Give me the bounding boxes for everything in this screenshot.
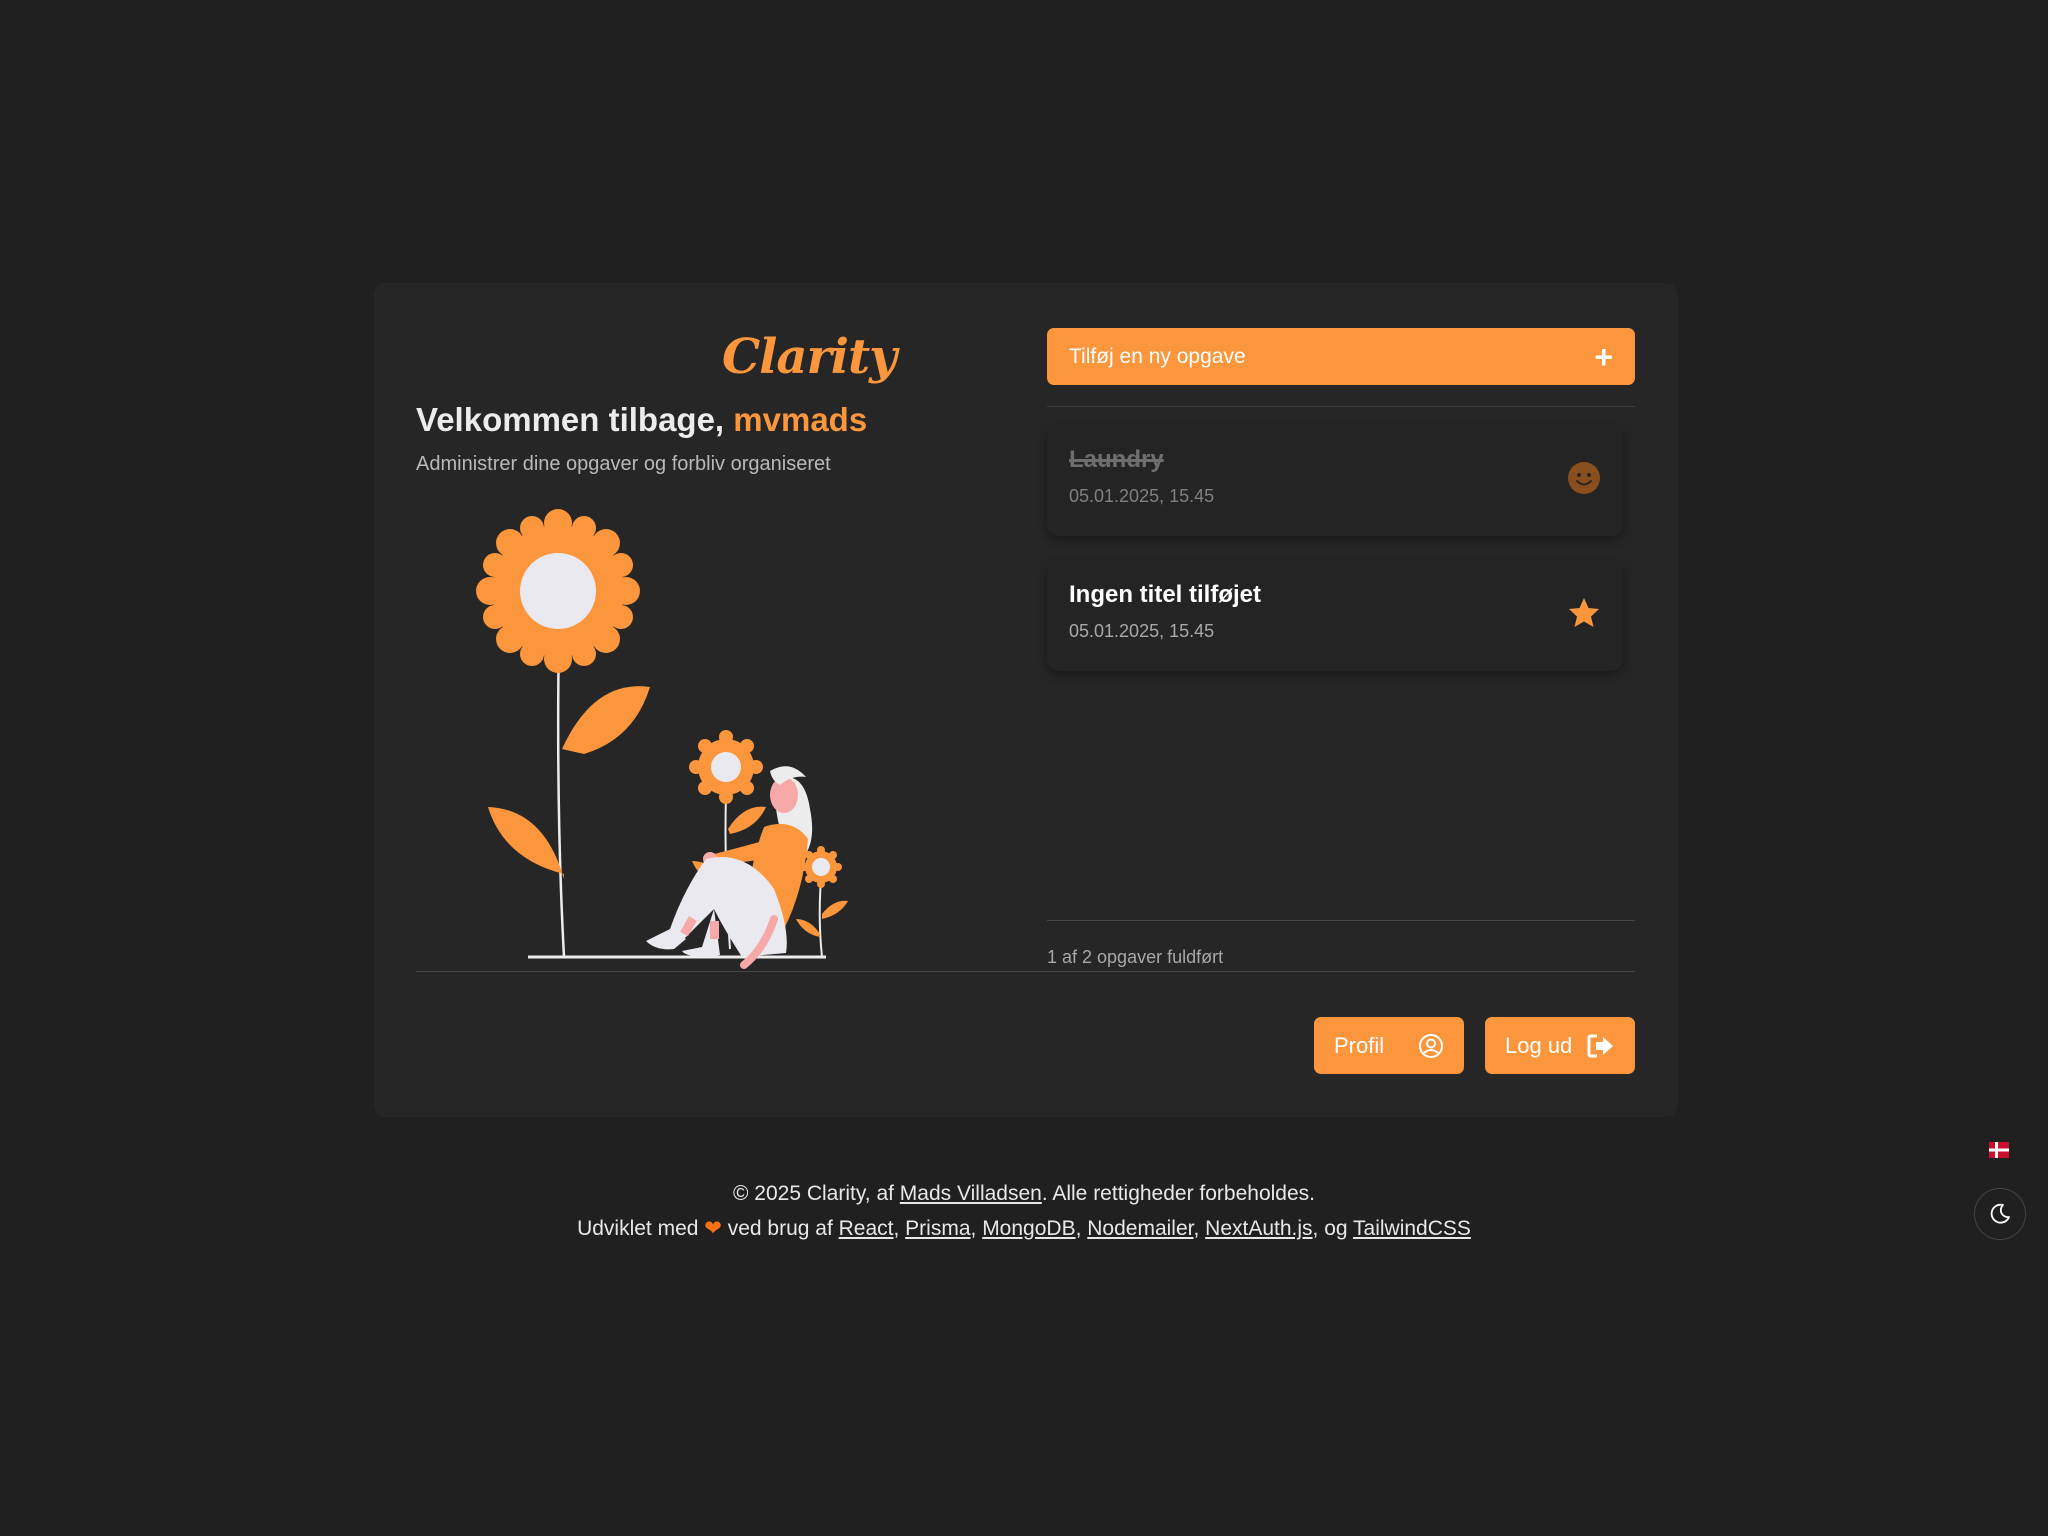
username: mvmads — [733, 401, 868, 438]
tech-link-nodemailer[interactable]: Nodemailer — [1087, 1217, 1193, 1240]
sunflower-illustration — [476, 509, 848, 969]
welcome-heading: Velkommen tilbage, mvmads — [416, 401, 867, 439]
divider — [416, 971, 1635, 972]
add-task-label: Tilføj en ny opgave — [1069, 344, 1246, 368]
task-date: 05.01.2025, 15.45 — [1069, 621, 1215, 641]
welcome-subtitle: Administrer dine opgaver og forbliv orga… — [416, 453, 831, 475]
task-title: Laundry — [1069, 446, 1164, 473]
plus-icon: + — [1594, 338, 1613, 375]
user-circle-icon — [1419, 1033, 1443, 1058]
heart-icon: ❤ — [704, 1217, 722, 1240]
divider — [1047, 406, 1635, 407]
moon-icon — [1990, 1203, 2010, 1224]
task-item[interactable]: Laundry 05.01.2025, 15.45 — [1047, 426, 1623, 536]
profile-label: Profil — [1334, 1032, 1385, 1058]
made-with-middle: ved brug af — [721, 1217, 839, 1240]
made-with-prefix: Udviklet med — [577, 1217, 705, 1240]
danish-flag-icon[interactable] — [1989, 1142, 2009, 1158]
sign-out-icon — [1587, 1034, 1613, 1057]
divider — [1047, 920, 1635, 921]
task-progress: 1 af 2 opgaver fuldført — [1047, 947, 1224, 967]
add-task-button[interactable]: Tilføj en ny opgave + — [1047, 328, 1635, 385]
tech-link-prisma[interactable]: Prisma — [905, 1217, 970, 1240]
task-date: 05.01.2025, 15.45 — [1069, 486, 1215, 506]
logout-button[interactable]: Log ud — [1485, 1017, 1635, 1074]
copyright-prefix: © 2025 Clarity, af — [732, 1182, 900, 1205]
tech-link-tailwind[interactable]: TailwindCSS — [1353, 1217, 1471, 1240]
welcome-prefix: Velkommen tilbage, — [416, 401, 734, 438]
copyright-suffix: . Alle rettigheder forbeholdes. — [1041, 1182, 1316, 1205]
footer-copyright: © 2025 Clarity, af Mads Villadsen. Alle … — [0, 1182, 2048, 1206]
profile-button[interactable]: Profil — [1314, 1017, 1464, 1074]
og-text: , og — [1312, 1217, 1354, 1240]
author-link[interactable]: Mads Villadsen — [900, 1182, 1042, 1205]
theme-toggle-button[interactable] — [1974, 1188, 2026, 1240]
logout-label: Log ud — [1505, 1032, 1573, 1058]
star-icon[interactable] — [1567, 596, 1601, 630]
tech-link-mongodb[interactable]: MongoDB — [982, 1217, 1075, 1240]
tech-link-nextauth[interactable]: NextAuth.js — [1205, 1217, 1312, 1240]
smiley-icon[interactable] — [1567, 461, 1601, 495]
main-card: Clarity Velkommen tilbage, mvmads Admini… — [374, 283, 1678, 1117]
footer-credits: Udviklet med ❤ ved brug af React, Prisma… — [577, 1217, 1471, 1240]
task-item[interactable]: Ingen titel tilføjet 05.01.2025, 15.45 — [1047, 561, 1623, 671]
task-title: Ingen titel tilføjet — [1069, 581, 1261, 608]
tech-link-react[interactable]: React — [839, 1217, 894, 1240]
app-logo: Clarity — [721, 329, 897, 385]
